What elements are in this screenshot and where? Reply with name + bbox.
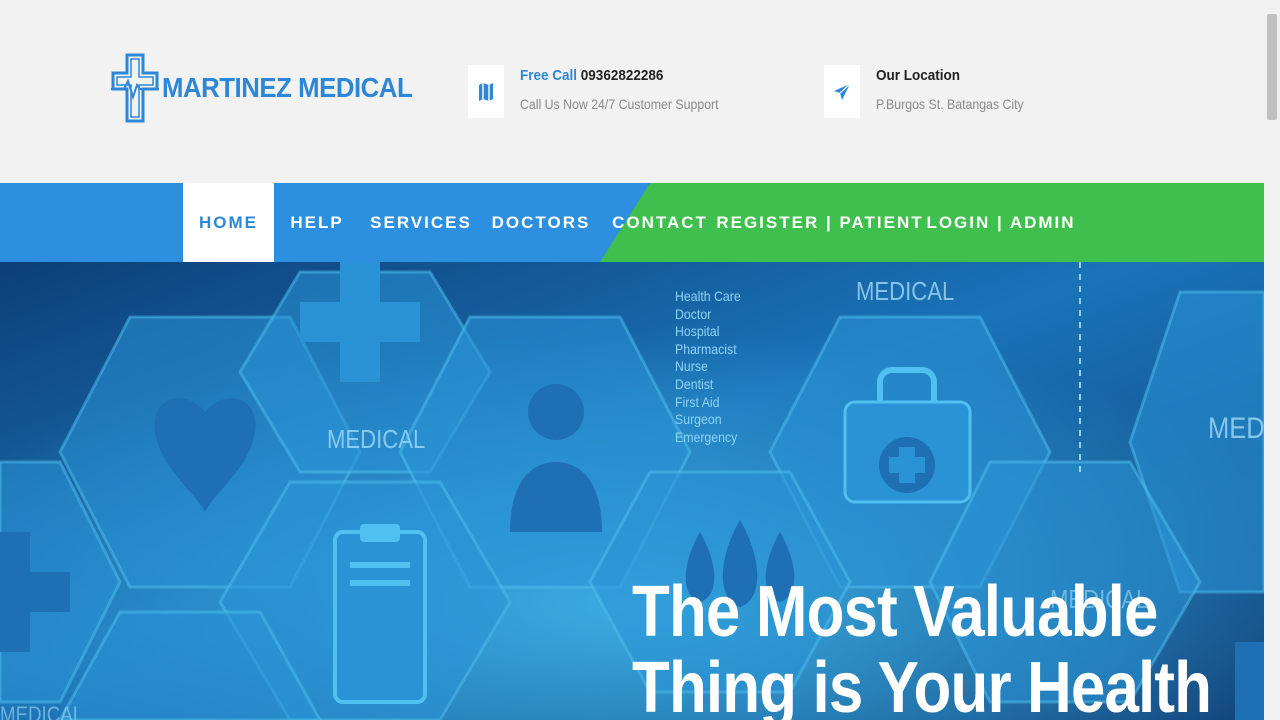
site-header: MARTINEZ MEDICAL Free Call 09362822286 C… — [0, 0, 1264, 183]
paper-plane-icon — [824, 65, 860, 118]
watermark-medical-4: MEDICAL — [0, 702, 84, 720]
specialty-list: Health Care Doctor Hospital Pharmacist N… — [675, 288, 741, 446]
scrollbar-thumb[interactable] — [1267, 14, 1277, 120]
main-navigation: HOME HELP SERVICES DOCTORS CONTACT REGIS… — [0, 183, 1264, 262]
hero-headline-line-1: The Most Valuable — [632, 572, 1158, 652]
list-item: Pharmacist — [675, 340, 737, 357]
hero-banner: MEDICAL MEDICAL MEDICAL MEDICAL MED Heal… — [0, 262, 1264, 720]
nav-register-patient[interactable]: REGISTER | PATIENT — [716, 183, 921, 262]
call-number[interactable]: 09362822286 — [581, 67, 664, 84]
call-title: Free Call 09362822286 — [520, 67, 723, 84]
hero-headline: The Most Valuable Thing is Your Health — [632, 572, 1212, 720]
location-address: P.Burgos St. Batangas City — [876, 96, 1024, 112]
nav-help[interactable]: HELP — [274, 183, 360, 262]
location-title: Our Location — [876, 67, 961, 84]
location-block: Our Location P.Burgos St. Batangas City — [824, 65, 1044, 118]
list-item: Surgeon — [675, 411, 722, 428]
list-item: Doctor — [675, 305, 712, 322]
logo[interactable]: MARTINEZ MEDICAL — [110, 52, 434, 124]
right-cross-icon — [1235, 642, 1264, 720]
call-label: Free Call — [520, 67, 578, 84]
list-item: Hospital — [675, 323, 720, 340]
page: MARTINEZ MEDICAL Free Call 09362822286 C… — [0, 0, 1280, 720]
contact-call-block: Free Call 09362822286 Call Us Now 24/7 C… — [468, 65, 746, 118]
hero-headline-line-2: Thing is Your Health — [632, 648, 1212, 720]
watermark-medical-2: MEDICAL — [856, 276, 955, 306]
list-item: Emergency — [675, 428, 738, 445]
clipboard-icon — [333, 524, 427, 704]
list-item: Dentist — [675, 375, 714, 392]
nav-services[interactable]: SERVICES — [360, 183, 482, 262]
list-item: Health Care — [675, 288, 741, 304]
call-subtitle: Call Us Now 24/7 Customer Support — [520, 96, 719, 112]
map-icon — [468, 65, 504, 118]
watermark-med: MED — [1208, 412, 1264, 445]
watermark-medical-1: MEDICAL — [327, 424, 426, 454]
vertical-scrollbar[interactable] — [1264, 0, 1280, 720]
nav-login-admin[interactable]: LOGIN | ADMIN — [920, 183, 1082, 262]
nav-doctors[interactable]: DOCTORS — [482, 183, 600, 262]
medical-cross-logo-icon — [111, 53, 159, 123]
brand-name: MARTINEZ MEDICAL — [162, 72, 413, 103]
nav-contact[interactable]: CONTACT — [600, 183, 720, 262]
nav-home[interactable]: HOME — [183, 183, 274, 262]
list-item: First Aid — [675, 393, 720, 410]
list-item: Nurse — [675, 358, 708, 375]
